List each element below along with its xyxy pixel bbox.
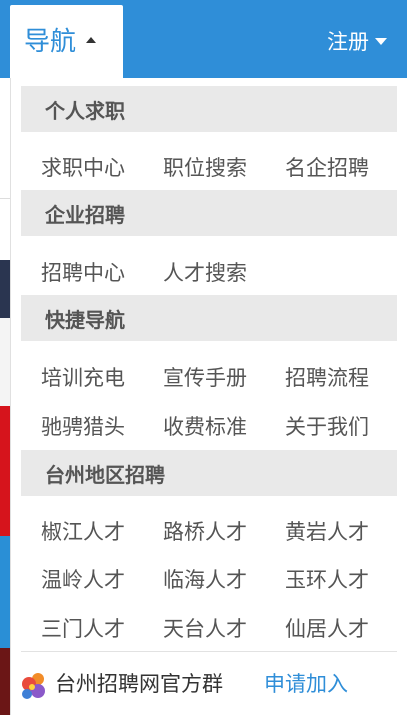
section-header-taizhou-region: 台州地区招聘 — [21, 450, 397, 496]
menu-link-about-us[interactable]: 关于我们 — [285, 411, 369, 441]
background-page-fragment — [0, 318, 10, 406]
qq-group-icon — [22, 673, 45, 699]
caret-up-icon — [86, 36, 97, 43]
background-banner-fragment — [0, 260, 10, 318]
menu-divider — [21, 651, 397, 652]
background-page-fragment — [0, 198, 10, 260]
background-banner-fragment — [0, 406, 10, 536]
section-header-recruiting: 企业招聘 — [21, 190, 397, 236]
official-group-label: 台州招聘网官方群 — [55, 672, 223, 696]
background-banner-fragment — [0, 536, 10, 648]
menu-link-top-companies[interactable]: 名企招聘 — [285, 152, 369, 182]
apply-join-link[interactable]: 申请加入 — [264, 668, 348, 698]
register-dropdown-toggle[interactable]: 注册 — [327, 26, 387, 56]
menu-link-huangyan[interactable]: 黄岩人才 — [285, 516, 369, 546]
menu-link-job-center[interactable]: 求职中心 — [41, 152, 125, 182]
section-header-quick-nav: 快捷导航 — [21, 295, 397, 341]
menu-link-linhai[interactable]: 临海人才 — [163, 564, 247, 594]
menu-link-wenling[interactable]: 温岭人才 — [41, 564, 125, 594]
menu-link-job-search[interactable]: 职位搜索 — [163, 152, 247, 182]
menu-link-talent-search[interactable]: 人才搜索 — [163, 257, 247, 287]
menu-link-jiaojiang[interactable]: 椒江人才 — [41, 516, 125, 546]
background-page-fragment — [0, 78, 10, 198]
menu-link-training[interactable]: 培训充电 — [41, 362, 125, 392]
register-label: 注册 — [327, 30, 369, 54]
menu-link-brochure[interactable]: 宣传手册 — [163, 362, 247, 392]
nav-menu-label: 导航 — [24, 27, 77, 57]
menu-link-xianju[interactable]: 仙居人才 — [285, 613, 369, 643]
menu-link-recruit-flow[interactable]: 招聘流程 — [285, 362, 369, 392]
menu-link-headhunting[interactable]: 驰骋猎头 — [41, 411, 125, 441]
nav-menu-toggle[interactable]: 导航 — [10, 5, 123, 78]
nav-dropdown-menu: 个人求职 求职中心 职位搜索 名企招聘 企业招聘 招聘中心 人才搜索 快捷导航 … — [10, 78, 407, 715]
menu-link-yuhuan[interactable]: 玉环人才 — [285, 564, 369, 594]
caret-down-icon — [375, 37, 387, 45]
menu-link-luqiao[interactable]: 路桥人才 — [163, 516, 247, 546]
background-banner-fragment — [0, 648, 10, 715]
menu-link-tiantai[interactable]: 天台人才 — [163, 613, 247, 643]
menu-link-pricing[interactable]: 收费标准 — [163, 411, 247, 441]
menu-link-sanmen[interactable]: 三门人才 — [41, 613, 125, 643]
section-header-job-seeking: 个人求职 — [21, 86, 397, 132]
menu-link-recruit-center[interactable]: 招聘中心 — [41, 257, 125, 287]
